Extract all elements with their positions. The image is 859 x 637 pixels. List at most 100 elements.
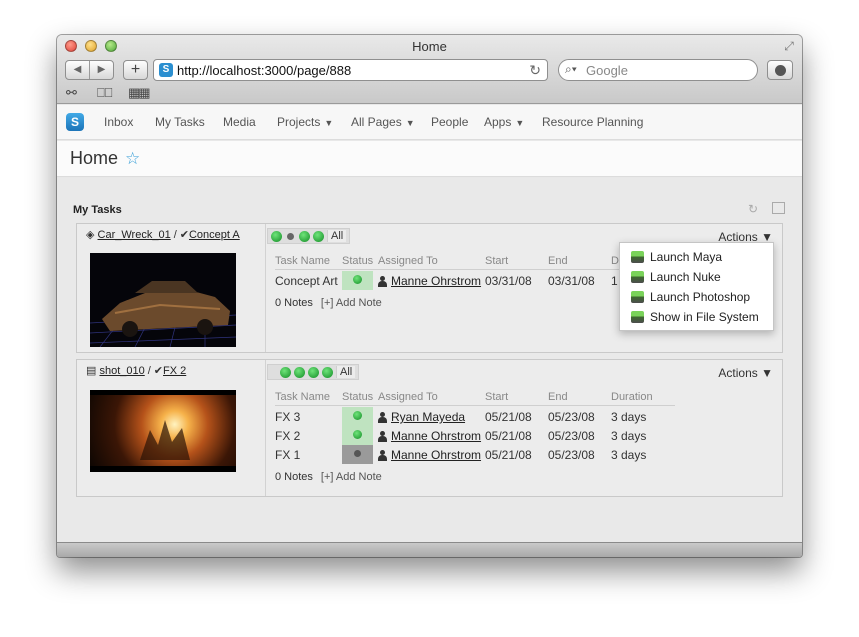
nav-resource-planning[interactable]: Resource Planning (542, 115, 643, 129)
task-name-cell[interactable]: Concept Art (275, 274, 338, 288)
page-header: Home ☆ (57, 141, 802, 177)
status-filter-green[interactable] (271, 230, 282, 242)
browser-statusbar (57, 542, 802, 557)
shotgun-logo[interactable]: S (66, 113, 84, 131)
site-favicon: S (159, 63, 173, 77)
col-end[interactable]: End (548, 391, 568, 403)
assignee-link[interactable]: Manne Ohrstrom (391, 429, 481, 443)
breadcrumb: ◈ Car_Wreck_01/✔Concept A (86, 229, 240, 241)
fullscreen-icon[interactable]: ⤢ (782, 39, 796, 53)
status-cell[interactable] (342, 407, 373, 426)
notes-count[interactable]: 0 Notes (275, 471, 313, 483)
nav-inbox[interactable]: Inbox (104, 115, 133, 129)
thumbnail-image[interactable] (90, 390, 236, 472)
col-start[interactable]: Start (485, 391, 508, 403)
status-filter-grey[interactable] (287, 232, 294, 240)
chevron-down-icon: ▼ (405, 118, 415, 128)
nav-projects[interactable]: Projects ▼ (277, 115, 333, 129)
add-note-link[interactable]: [+] Add Note (321, 471, 382, 483)
col-assigned-to[interactable]: Assigned To (378, 391, 438, 403)
col-status[interactable]: Status (342, 391, 373, 403)
browser-window: Home ⤢ ◀ ▶ + S http://localhost:3000/pag… (57, 35, 802, 557)
col-duration[interactable]: Duration (611, 255, 619, 267)
menu-launch-nuke[interactable]: Launch Nuke (620, 269, 773, 289)
assignee-link[interactable]: Manne Ohrstrom (391, 448, 481, 462)
explosion-thumbnail (90, 390, 236, 472)
add-bookmark-button[interactable]: + (123, 60, 148, 80)
nav-all-pages-label: All Pages (351, 115, 402, 129)
thumbnail-image[interactable] (90, 253, 236, 347)
back-button[interactable]: ◀ (66, 61, 90, 79)
task-name-cell[interactable]: FX 2 (275, 429, 300, 443)
duration-cell: 3 days (611, 410, 647, 424)
entity-link[interactable]: shot_010 (99, 365, 144, 377)
status-filter-bar: All (267, 228, 351, 244)
actions-menu: Launch Maya Launch Nuke Launch Photoshop… (619, 242, 774, 331)
main-content: My Tasks ↻ ◈ Car_Wreck_01/✔Concept A All… (57, 178, 802, 542)
address-bar[interactable]: S http://localhost:3000/page/888 ↻ (153, 59, 548, 81)
status-filter-green[interactable] (299, 230, 310, 242)
forward-button[interactable]: ▶ (90, 61, 113, 79)
entity-link[interactable]: Car_Wreck_01 (98, 229, 171, 241)
status-filter-green[interactable] (294, 366, 305, 378)
status-filter-green[interactable] (313, 230, 324, 242)
task-link[interactable]: Concept A (189, 229, 240, 241)
col-start[interactable]: Start (485, 255, 508, 267)
nav-media[interactable]: Media (223, 115, 256, 129)
status-green-icon (353, 275, 362, 284)
task-name-cell[interactable]: FX 1 (275, 448, 300, 462)
status-filter-all[interactable]: All (327, 230, 347, 242)
person-icon (378, 431, 387, 442)
add-note-link[interactable]: [+] Add Note (321, 297, 382, 309)
expand-icon[interactable] (772, 202, 785, 214)
status-cell[interactable] (342, 445, 373, 464)
start-cell: 05/21/08 (485, 429, 532, 443)
assigned-cell: Manne Ohrstrom (378, 448, 481, 462)
task-link[interactable]: FX 2 (163, 365, 186, 377)
end-cell: 05/23/08 (548, 410, 595, 424)
col-duration[interactable]: Duration (611, 391, 653, 403)
search-input[interactable]: ⌕▾ Google (558, 59, 758, 81)
assigned-cell: Manne Ohrstrom (378, 429, 481, 443)
status-filter-green[interactable] (322, 366, 333, 378)
col-task-name[interactable]: Task Name (275, 391, 330, 403)
reading-list-icon[interactable]: ⚯ (66, 86, 77, 100)
assignee-link[interactable]: Ryan Mayeda (391, 410, 465, 424)
col-end[interactable]: End (548, 255, 568, 267)
top-sites-icon[interactable]: ▦▦ (128, 86, 151, 100)
status-filter-green[interactable] (308, 366, 319, 378)
refresh-icon[interactable]: ↻ (748, 202, 758, 216)
url-text[interactable]: http://localhost:3000/page/888 (177, 63, 351, 78)
chevron-down-icon: ▼ (515, 118, 525, 128)
col-task-name[interactable]: Task Name (275, 255, 330, 267)
bookmarks-icon[interactable]: ⎕⎕ (97, 86, 113, 100)
duration-cell: 1 (611, 274, 618, 288)
search-icon[interactable]: ⌕▾ (565, 62, 577, 77)
nav-apps[interactable]: Apps ▼ (484, 115, 524, 129)
col-status[interactable]: Status (342, 255, 373, 267)
favorite-star-icon[interactable]: ☆ (125, 149, 140, 169)
end-cell: 05/23/08 (548, 429, 595, 443)
status-filter-all[interactable]: All (336, 366, 356, 378)
page-title: Home (70, 148, 119, 168)
notes-count[interactable]: 0 Notes (275, 297, 313, 309)
header-divider (275, 405, 675, 406)
task-name-cell[interactable]: FX 3 (275, 410, 300, 424)
end-cell: 03/31/08 (548, 274, 595, 288)
downloads-button[interactable] (767, 60, 793, 80)
status-filter-green[interactable] (280, 366, 291, 378)
menu-show-in-file-system[interactable]: Show in File System (620, 309, 773, 329)
status-cell[interactable] (342, 271, 373, 290)
nav-my-tasks[interactable]: My Tasks (155, 115, 205, 129)
menu-launch-maya[interactable]: Launch Maya (620, 249, 773, 269)
menu-launch-photoshop[interactable]: Launch Photoshop (620, 289, 773, 309)
assignee-link[interactable]: Manne Ohrstrom (391, 274, 481, 288)
card-entity-panel: ▤ shot_010/✔FX 2 (77, 360, 266, 496)
task-icon: ✔ (179, 229, 189, 241)
nav-all-pages[interactable]: All Pages ▼ (351, 115, 415, 129)
reload-icon[interactable]: ↻ (529, 62, 541, 79)
col-assigned-to[interactable]: Assigned To (378, 255, 438, 267)
actions-dropdown[interactable]: Actions ▼ (718, 366, 773, 380)
status-cell[interactable] (342, 426, 373, 445)
nav-people[interactable]: People (431, 115, 468, 129)
